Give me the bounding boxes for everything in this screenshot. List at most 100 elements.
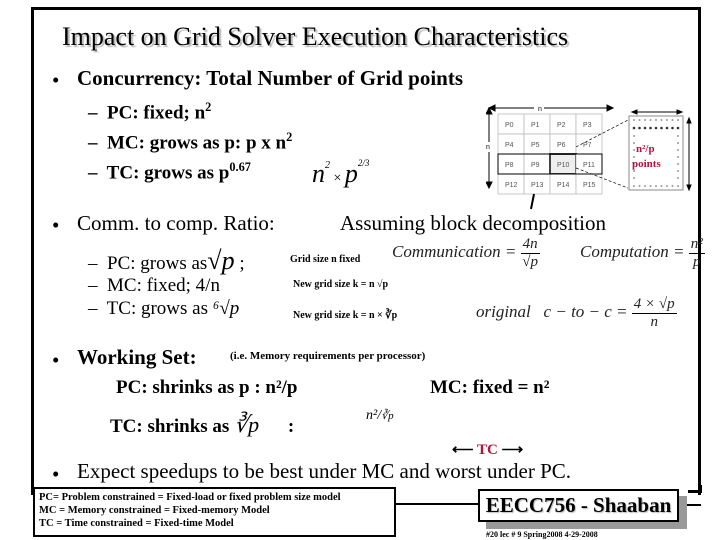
inset-label-2: points	[632, 158, 661, 170]
top-n-label: n	[538, 106, 542, 113]
item-math: ⁶√p	[212, 298, 240, 319]
item-sup: 0.67	[229, 160, 251, 174]
grid-point	[671, 185, 674, 187]
bullet-dot: •	[52, 462, 60, 486]
item-text: MC: grows as p: p x n	[107, 132, 287, 154]
item-text: TC: shrinks as	[110, 416, 230, 437]
dash: –	[88, 275, 98, 296]
grid-point	[644, 119, 646, 121]
dash: –	[88, 162, 98, 184]
processor-grid: P0 P1 P2 P3 P4 P5 P6 P7 P8 P9 P10 P11 P12 P13 P14 P15	[497, 113, 603, 195]
legend-tc: TC = Time constrained = Fixed-time Model	[39, 518, 234, 529]
item-text: PC: grows as	[107, 253, 208, 274]
grid-cell-label: P6	[557, 142, 566, 149]
grid-cell-label: P3	[583, 122, 592, 129]
grid-point	[632, 126, 636, 130]
grid-cell-label: P15	[583, 182, 596, 189]
side-n-label: n	[486, 144, 490, 151]
grid-point	[633, 170, 635, 172]
grid-point	[633, 177, 635, 179]
bullet-dot: •	[52, 68, 60, 92]
original-ratio-formula: original c − to − c = 4 × √p n	[476, 296, 677, 330]
grid-point	[633, 135, 635, 137]
item-colon: :	[287, 416, 295, 437]
grid-point	[676, 126, 680, 130]
communication-formula: Communication = 4n √p	[392, 236, 540, 270]
bullet-dot: •	[52, 213, 60, 237]
grid-cell-label: P11	[583, 162, 595, 169]
item-sup: 2	[205, 100, 212, 114]
dash: –	[88, 253, 98, 274]
item-tail: ;	[239, 253, 245, 274]
grid-point	[660, 119, 663, 121]
ratio-note-mc: New grid size k = n √p	[293, 279, 389, 290]
grid-point	[677, 142, 679, 144]
formula-num: n²	[366, 408, 378, 423]
brand-connector-left	[396, 503, 478, 505]
working-set-heading: Working Set:	[77, 345, 197, 369]
ratio-heading-2: Assuming block decomposition	[340, 211, 606, 235]
tc-concurrency-formula: n2 × p2/3	[312, 158, 370, 188]
grid-point	[649, 126, 652, 130]
course-brand: EECC756 - Shaaban	[478, 489, 679, 522]
ratio-heading: Comm. to comp. Ratio:	[77, 211, 275, 236]
grid-point	[671, 126, 674, 130]
grid-point	[666, 119, 668, 121]
grid-cell-label: P14	[557, 182, 570, 189]
grid-cell-label: P4	[505, 142, 514, 149]
item-text: MC: fixed; 4/n	[107, 275, 220, 296]
grid-cell-label: P5	[531, 142, 540, 149]
ratio-item-mc: – MC: fixed; 4/n	[88, 275, 220, 297]
grid-point	[666, 185, 668, 187]
grid-point	[643, 126, 647, 130]
grid-point	[644, 185, 646, 187]
constraint-legend: PC= Problem constrained = Fixed-load or …	[33, 487, 396, 537]
working-set-note: (i.e. Memory requirements per processor)	[230, 350, 426, 362]
working-set-mc: MC: fixed = n²	[430, 377, 550, 398]
tc-marker-label: TC	[477, 442, 498, 458]
item-text: TC: grows as	[106, 298, 208, 319]
grid-point	[638, 126, 641, 130]
slide-footer: #20 lec # 9 Spring2008 4-29-2008	[486, 530, 598, 539]
legend-mc: MC = Memory constrained = Fixed-memory M…	[39, 505, 270, 516]
grid-point	[633, 142, 635, 144]
grid-cell-label: P7	[583, 142, 592, 149]
inset-label-1: n²/p	[636, 143, 655, 155]
grid-point	[638, 185, 641, 187]
formula-num: 4n	[520, 236, 540, 254]
tc-marker: ⟵ TC ⟶	[452, 442, 524, 458]
dash: –	[88, 298, 98, 319]
concurrency-heading: Concurrency: Total Number of Grid points	[77, 66, 463, 90]
grid-point	[677, 119, 679, 121]
formula-label: Computation =	[580, 241, 685, 261]
speedup-text: Expect speedups to be best under MC and …	[77, 459, 572, 483]
grid-cell-label: P13	[531, 182, 544, 189]
grid-point	[665, 126, 669, 130]
grid-point	[677, 149, 679, 151]
formula-label: Communication =	[392, 241, 517, 261]
item-math: √p	[207, 246, 235, 275]
grid-point	[660, 185, 663, 187]
legend-pc: PC= Problem constrained = Fixed-load or …	[39, 492, 341, 503]
formula-den: p	[693, 253, 701, 270]
concurrency-item-mc: – MC: grows as p: p x n2	[88, 130, 292, 154]
grid-point	[649, 119, 652, 121]
grid-point	[649, 185, 652, 187]
grid-cell-label: P0	[505, 122, 514, 129]
grid-point	[633, 119, 635, 121]
grid-point	[677, 170, 679, 172]
grid-point	[655, 185, 657, 187]
grid-point	[671, 119, 674, 121]
concurrency-item-tc: – TC: grows as p0.67	[88, 160, 251, 184]
concurrency-item-pc: – PC: fixed; n2	[88, 100, 211, 124]
grid-cell-label: P2	[557, 122, 566, 129]
formula-den: √p	[522, 253, 538, 270]
top-arrow	[487, 104, 615, 112]
grid-cell-label: P1	[531, 122, 540, 129]
grid-point	[677, 177, 679, 179]
block-decomposition-figure: n n P0 P1 P2 P3P4 P5 P6 P7P8 P9 P10 P11P12 P13 P14 P…	[486, 104, 692, 210]
grid-point	[660, 126, 663, 130]
computation-formula: Computation = n² p	[580, 236, 705, 270]
bullet-dot: •	[52, 348, 60, 372]
working-set-tc: TC: shrinks as ∛p :	[110, 412, 294, 438]
